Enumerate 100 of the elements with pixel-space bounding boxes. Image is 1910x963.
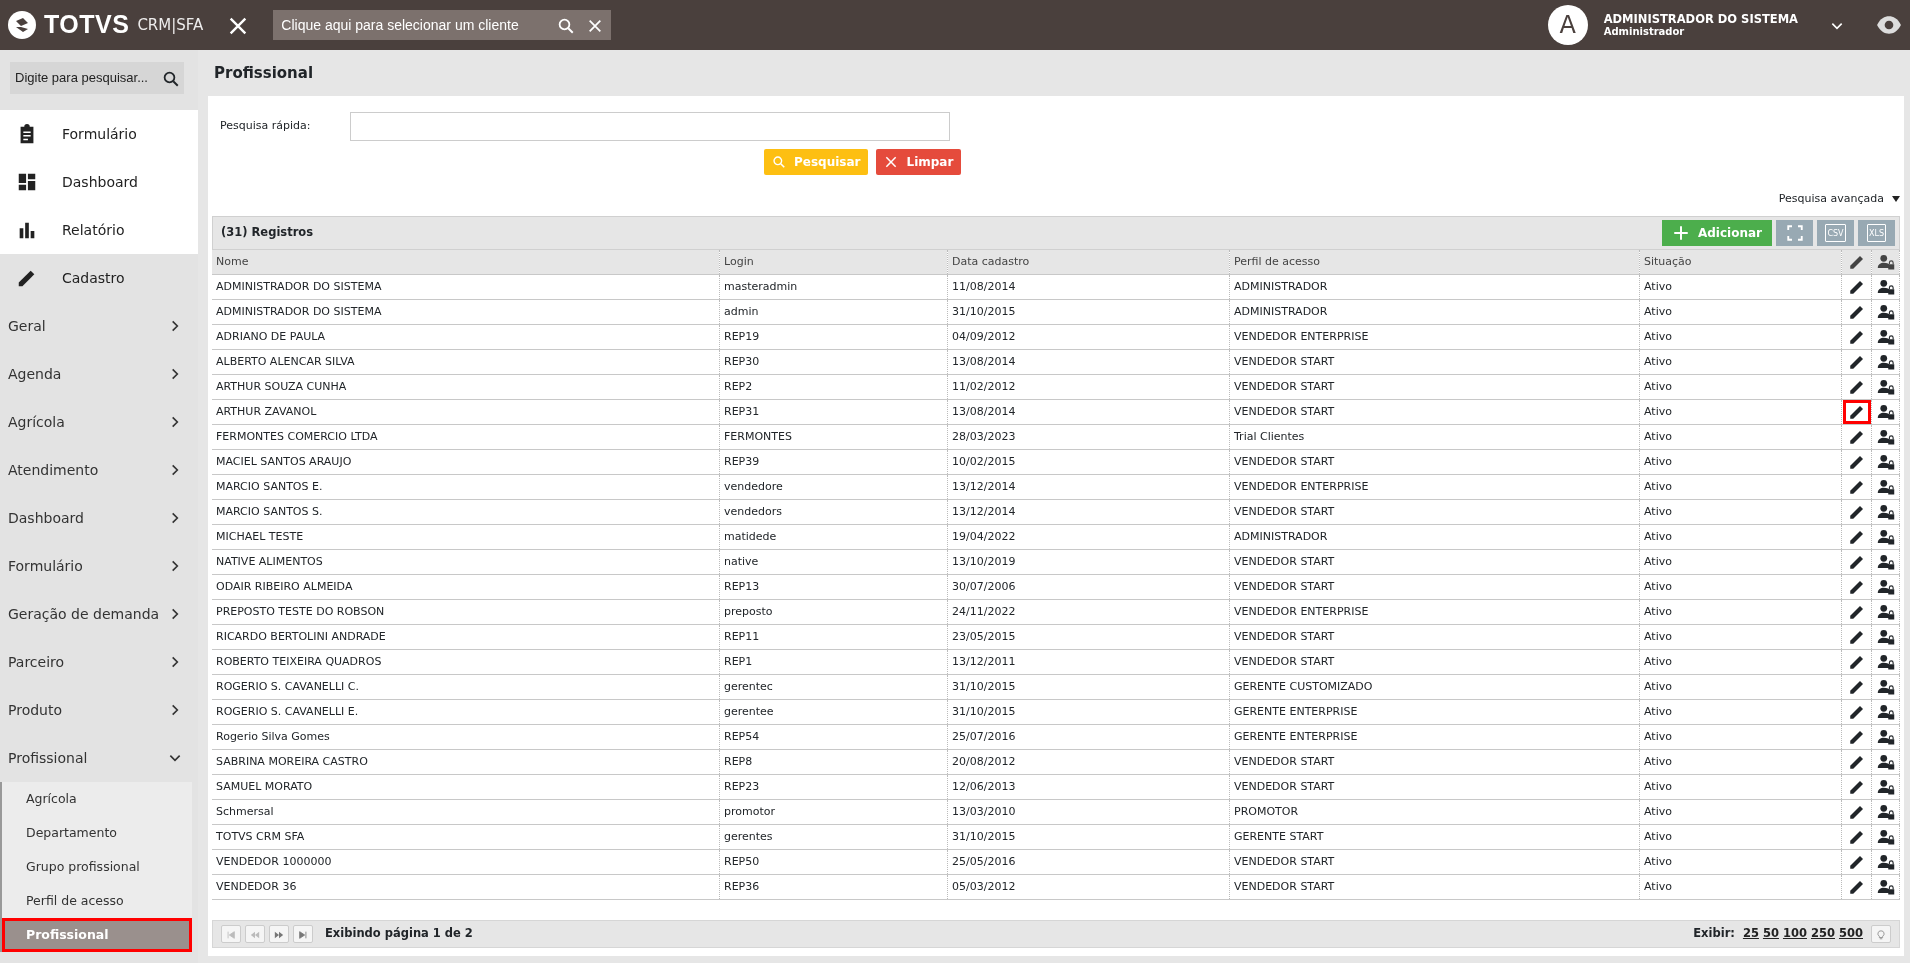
edit-button[interactable]	[1847, 428, 1866, 446]
submenu-item[interactable]: Perfil de acesso	[2, 884, 192, 918]
menu-section[interactable]: Dashboard	[0, 494, 198, 542]
permissions-button[interactable]	[1876, 753, 1895, 771]
permissions-button[interactable]	[1876, 778, 1895, 796]
permissions-button[interactable]	[1876, 453, 1895, 471]
menu-section[interactable]: Produto	[0, 686, 198, 734]
menu-section[interactable]: Formulário	[0, 542, 198, 590]
permissions-button[interactable]	[1876, 503, 1895, 521]
table-cell: REP23	[719, 774, 948, 800]
edit-button[interactable]	[1847, 653, 1866, 671]
page-size-link[interactable]: 100	[1782, 925, 1807, 943]
permissions-button[interactable]	[1876, 678, 1895, 696]
menu-search-field[interactable]: Digite para pesquisar...	[10, 62, 158, 94]
table-cell: TOTVS CRM SFA	[212, 824, 720, 850]
clear-button[interactable]: Limpar	[876, 149, 962, 175]
edit-button[interactable]	[1847, 303, 1866, 321]
previous-page-icon	[250, 929, 260, 940]
column-header[interactable]: Situação	[1639, 249, 1842, 275]
column-header[interactable]: Nome	[212, 249, 720, 275]
client-select-field[interactable]: Clique aqui para selecionar um cliente	[273, 10, 554, 40]
table-cell: 28/03/2023	[947, 424, 1230, 450]
column-header[interactable]: Perfil de acesso	[1229, 249, 1640, 275]
edit-button[interactable]	[1847, 378, 1866, 396]
edit-button[interactable]	[1847, 478, 1866, 496]
edit-button[interactable]	[1847, 828, 1866, 846]
permissions-button[interactable]	[1876, 828, 1895, 846]
permissions-button[interactable]	[1876, 378, 1895, 396]
edit-button[interactable]	[1847, 803, 1866, 821]
permissions-button[interactable]	[1876, 528, 1895, 546]
edit-button[interactable]	[1847, 878, 1866, 896]
menu-section[interactable]: Geral	[0, 302, 198, 350]
permissions-button[interactable]	[1876, 878, 1895, 896]
permissions-button[interactable]	[1876, 553, 1895, 571]
permissions-button[interactable]	[1876, 328, 1895, 346]
permissions-button[interactable]	[1876, 628, 1895, 646]
edit-button[interactable]	[1847, 528, 1866, 546]
permissions-button[interactable]	[1876, 728, 1895, 746]
permissions-button[interactable]	[1876, 853, 1895, 871]
edit-button[interactable]	[1847, 778, 1866, 796]
permissions-button[interactable]	[1876, 603, 1895, 621]
submenu-item[interactable]: Grupo profissional	[2, 850, 192, 884]
edit-button[interactable]	[1847, 703, 1866, 721]
edit-button[interactable]	[1847, 853, 1866, 871]
menu-item[interactable]: Relatório	[0, 206, 198, 254]
edit-button[interactable]	[1847, 603, 1866, 621]
table-cell: vendedore	[719, 474, 948, 500]
pencil-icon	[1847, 353, 1866, 371]
menu-section[interactable]: Atendimento	[0, 446, 198, 494]
user-name: ADMINISTRADOR DO SISTEMA	[1603, 13, 1798, 26]
advanced-search-link[interactable]: Pesquisa avançada	[1778, 191, 1884, 208]
menu-section[interactable]: Parceiro	[0, 638, 198, 686]
edit-button[interactable]	[1847, 353, 1866, 371]
edit-button[interactable]	[1847, 678, 1866, 696]
permissions-button[interactable]	[1876, 428, 1895, 446]
menu-section[interactable]: Agrícola	[0, 398, 198, 446]
table-cell: ARTHUR SOUZA CUNHA	[212, 374, 720, 400]
page-size-link[interactable]: 50	[1762, 925, 1779, 943]
permissions-button[interactable]	[1876, 703, 1895, 721]
menu-section[interactable]: Agenda	[0, 350, 198, 398]
edit-button[interactable]	[1847, 453, 1866, 471]
table-cell: 05/03/2012	[947, 874, 1230, 900]
edit-button[interactable]	[1847, 503, 1866, 521]
column-header[interactable]: Data cadastro	[947, 249, 1230, 275]
column-header[interactable]: Login	[719, 249, 948, 275]
permissions-button[interactable]	[1876, 353, 1895, 371]
next-page-button[interactable]	[269, 925, 289, 943]
edit-button[interactable]	[1847, 328, 1866, 346]
clear-button[interactable]	[579, 10, 612, 40]
edit-button[interactable]	[1847, 728, 1866, 746]
page-size-link[interactable]: 500	[1839, 925, 1863, 943]
permissions-button[interactable]	[1876, 303, 1895, 321]
table-cell: VENDEDOR ENTERPRISE	[1229, 474, 1640, 500]
menu-section[interactable]: Geração de demanda	[0, 590, 198, 638]
table-cell: Ativo	[1639, 799, 1842, 825]
edit-button[interactable]	[1847, 553, 1866, 571]
menu-item[interactable]: Formulário	[0, 110, 198, 158]
edit-button[interactable]	[1847, 278, 1866, 296]
table-cell: masteradmin	[719, 274, 948, 300]
edit-button[interactable]	[1844, 402, 1869, 422]
search-button[interactable]	[158, 62, 184, 94]
user-lock-icon	[1876, 378, 1895, 396]
submenu-item[interactable]: Departamento	[2, 816, 192, 850]
permissions-button[interactable]	[1876, 653, 1895, 671]
permissions-button[interactable]	[1876, 803, 1895, 821]
permissions-button[interactable]	[1876, 278, 1895, 296]
page-size-link[interactable]: 25	[1742, 925, 1759, 943]
edit-button[interactable]	[1847, 628, 1866, 646]
permissions-button[interactable]	[1876, 403, 1895, 421]
edit-button[interactable]	[1847, 753, 1866, 771]
edit-button[interactable]	[1847, 578, 1866, 596]
page-size-link[interactable]: 250	[1810, 925, 1835, 943]
user-avatar[interactable]: A	[1547, 5, 1588, 45]
permissions-button[interactable]	[1876, 478, 1895, 496]
menu-item[interactable]: Dashboard	[0, 158, 198, 206]
menu-section[interactable]: Profissional	[0, 734, 198, 782]
submenu-item[interactable]: Agrícola	[2, 782, 192, 816]
permissions-button[interactable]	[1876, 578, 1895, 596]
quick-search-field[interactable]	[350, 112, 950, 141]
last-page-button[interactable]	[293, 925, 313, 943]
